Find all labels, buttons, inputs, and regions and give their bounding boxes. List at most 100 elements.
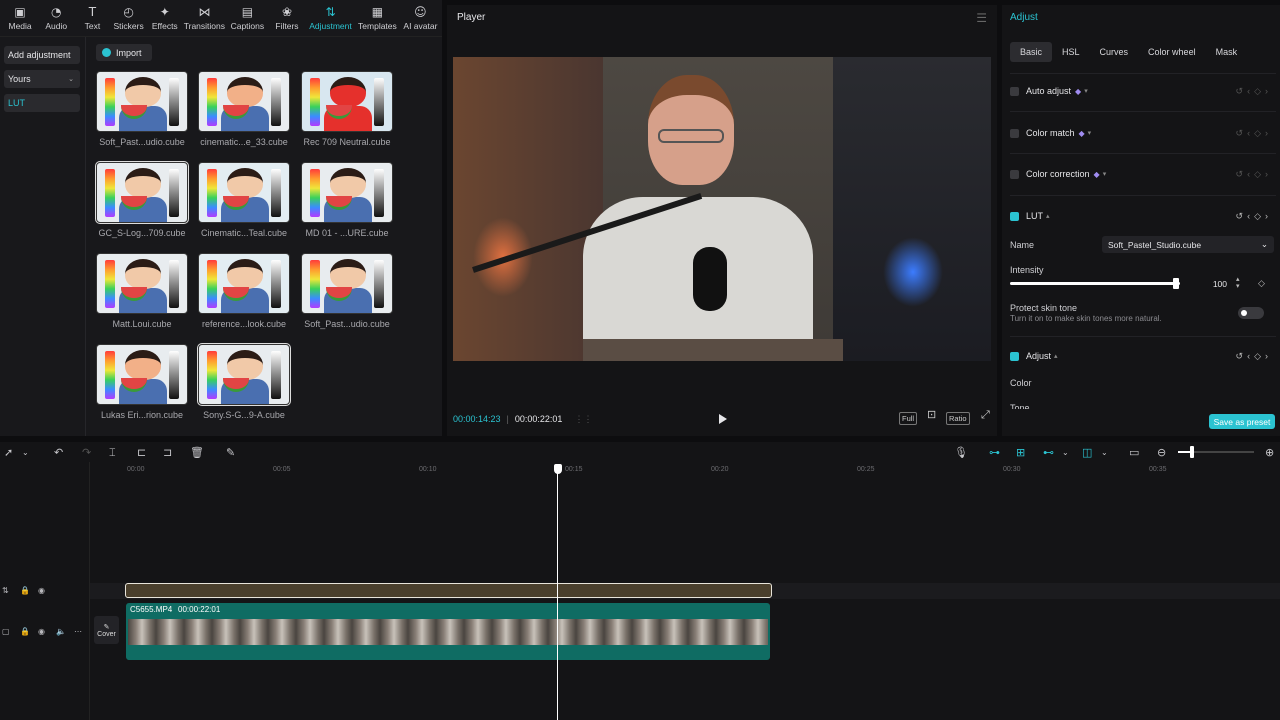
eye-icon[interactable]: ◉ (38, 627, 45, 636)
playhead-handle[interactable] (554, 464, 562, 474)
lut-card[interactable]: Rec 709 Neutral.cube (301, 71, 393, 153)
tool-media[interactable]: ▣ Media (2, 0, 38, 36)
reset-keyframe-icons[interactable]: ↺‹◇› (1236, 86, 1272, 97)
keyframe-icon[interactable]: ◇ (1258, 278, 1265, 289)
lut-card[interactable]: Cinematic...Teal.cube (198, 162, 290, 244)
tab-color-wheel[interactable]: Color wheel (1138, 42, 1206, 62)
select-tool-icon[interactable]: ➚ (4, 446, 13, 459)
nav-item-lut[interactable]: LUT (4, 94, 80, 112)
tool-audio[interactable]: ◔ Audio (38, 0, 74, 36)
timeline-zoom-handle[interactable] (1190, 446, 1194, 458)
tab-curves[interactable]: Curves (1090, 42, 1139, 62)
play-button[interactable] (717, 413, 729, 425)
split-icon[interactable]: ⌶ (109, 446, 116, 460)
chevron-down-icon[interactable]: ▾ (1084, 87, 1088, 95)
lut-card[interactable]: Soft_Past...udio.cube (301, 253, 393, 335)
more-icon[interactable]: ⋯ (74, 627, 82, 636)
ratio-button[interactable]: Ratio (946, 412, 970, 425)
reset-keyframe-icons[interactable]: ↺‹◇› (1236, 128, 1272, 139)
zoom-out-icon[interactable]: ⊖ (1157, 446, 1166, 459)
microphone-icon[interactable]: 🎙 (954, 446, 968, 459)
fullscreen-icon[interactable]: ⤢ (979, 410, 992, 423)
save-as-preset-button[interactable]: Save as preset (1209, 414, 1275, 429)
video-clip[interactable]: C5655.MP4 00:00:22:01 (126, 603, 770, 660)
preview-axis-icon[interactable]: ◫ (1082, 446, 1092, 459)
tool-templates[interactable]: ▦ Templates (356, 0, 399, 36)
chevron-down-icon[interactable]: ▾ (1088, 129, 1092, 137)
lut-card[interactable]: reference...look.cube (198, 253, 290, 335)
lut-checkbox[interactable] (1010, 211, 1019, 221)
lut-card[interactable]: Lukas Eri...rion.cube (96, 344, 188, 426)
linkage-icon[interactable]: ⊷ (1043, 446, 1054, 459)
split-left-icon[interactable]: ⊏ (137, 446, 146, 459)
tool-adjustment[interactable]: ⇅ Adjustment (305, 0, 356, 36)
cover-button[interactable]: ✎ Cover (94, 616, 119, 644)
full-button[interactable]: Full (899, 412, 918, 425)
tab-hsl[interactable]: HSL (1052, 42, 1090, 62)
tool-text[interactable]: T Text (74, 0, 110, 36)
intensity-slider-handle[interactable] (1173, 278, 1179, 289)
chevron-down-icon[interactable]: ⌄ (22, 448, 29, 457)
player-header: Player ☰ (447, 5, 997, 30)
time-ruler[interactable]: 00:00 00:05 00:10 00:15 00:20 00:25 00:3… (127, 462, 1280, 480)
intensity-stepper-icon[interactable]: ▴ ▾ (1236, 276, 1240, 290)
import-button[interactable]: Import (96, 44, 152, 61)
tool-label: Templates (358, 20, 397, 31)
undo-icon[interactable]: ↶ (54, 446, 63, 459)
lock-icon[interactable]: 🔒 (20, 586, 30, 595)
audio-icon: ◔ (51, 4, 62, 19)
color-match-checkbox[interactable] (1010, 128, 1019, 138)
eye-icon[interactable]: ◉ (38, 586, 45, 595)
grid-icon[interactable]: ⋮⋮ (574, 414, 592, 425)
lut-card[interactable]: Sony.S-G...9-A.cube (197, 343, 291, 426)
lut-card[interactable]: GC_S-Log...709.cube (95, 161, 189, 244)
chevron-down-icon[interactable]: ⌄ (1101, 448, 1108, 457)
tool-captions[interactable]: ▤ Captions (226, 0, 269, 36)
color-correction-checkbox[interactable] (1010, 169, 1019, 179)
screen-icon[interactable]: ▭ (1129, 446, 1139, 459)
intensity-input[interactable]: 100 (1189, 276, 1239, 291)
lut-card[interactable]: Soft_Past...udio.cube (96, 71, 188, 153)
auto-adjust-checkbox[interactable] (1010, 86, 1019, 96)
split-right-icon[interactable]: ⊐ (163, 446, 172, 459)
video-preview[interactable] (453, 57, 991, 361)
playhead[interactable] (557, 464, 558, 720)
delete-icon[interactable]: 🗑 (190, 446, 204, 459)
timeline-toolbar: ➚ ⌄ ↶ ↷ ⌶ ⊏ ⊐ 🗑 ✎ 🎙 ⊶ ⊞ ⊷ ⌄ ◫ ⌄ ▭ ⊖ ⊕ (0, 442, 1280, 462)
tab-basic[interactable]: Basic (1010, 42, 1053, 62)
audio-mute-icon[interactable]: 🔈 (56, 627, 66, 636)
menu-icon[interactable]: ☰ (976, 11, 987, 25)
reset-keyframe-icons[interactable]: ↺‹◇› (1236, 211, 1272, 222)
lut-card[interactable]: Matt.Loui.cube (96, 253, 188, 335)
chevron-up-icon[interactable]: ▴ (1054, 352, 1058, 360)
auto-snap-icon[interactable]: ⊞ (1016, 446, 1025, 459)
protect-skin-toggle[interactable] (1238, 307, 1264, 319)
timeline[interactable]: ⇅ 🔒 ◉ ▢ 🔒 ◉ 🔈 ⋯ ✎ Cover 00:00 00:05 00:10… (0, 462, 1280, 720)
tool-filters[interactable]: ❀ Filters (269, 0, 305, 36)
tool-label: Filters (275, 20, 299, 31)
yours-dropdown[interactable]: Yours ⌄ (4, 70, 80, 88)
magic-wand-icon[interactable]: ✎ (226, 446, 235, 459)
add-adjustment-button[interactable]: Add adjustment (4, 46, 80, 64)
main-track-magnet-icon[interactable]: ⊶ (989, 446, 1000, 459)
tool-ai-avatar[interactable]: ☺ AI avatar (399, 0, 442, 36)
adjust-checkbox[interactable] (1010, 351, 1019, 361)
intensity-slider[interactable] (1010, 282, 1180, 285)
reset-keyframe-icons[interactable]: ↺‹◇› (1236, 351, 1272, 362)
chevron-up-icon[interactable]: ▴ (1046, 212, 1050, 220)
reset-keyframe-icons[interactable]: ↺‹◇› (1236, 169, 1272, 180)
adjustment-clip[interactable] (125, 583, 772, 598)
chevron-down-icon[interactable]: ⌄ (1062, 448, 1069, 457)
tool-transitions[interactable]: ⋈ Transitions (183, 0, 226, 36)
lut-card[interactable]: cinematic...e_33.cube (198, 71, 290, 153)
tool-effects[interactable]: ✦ Effects (147, 0, 183, 36)
lock-icon[interactable]: 🔒 (20, 627, 30, 636)
zoom-in-icon[interactable]: ⊕ (1265, 446, 1274, 459)
lut-name-select[interactable]: Soft_Pastel_Studio.cube ⌄ (1102, 236, 1274, 253)
tool-stickers[interactable]: ◴ Stickers (111, 0, 147, 36)
focus-icon[interactable]: ⊡ (925, 410, 938, 423)
chevron-down-icon[interactable]: ▾ (1103, 170, 1107, 178)
tab-mask[interactable]: Mask (1206, 42, 1248, 62)
lut-card[interactable]: MD 01 - ...URE.cube (301, 162, 393, 244)
redo-icon[interactable]: ↷ (82, 446, 91, 459)
